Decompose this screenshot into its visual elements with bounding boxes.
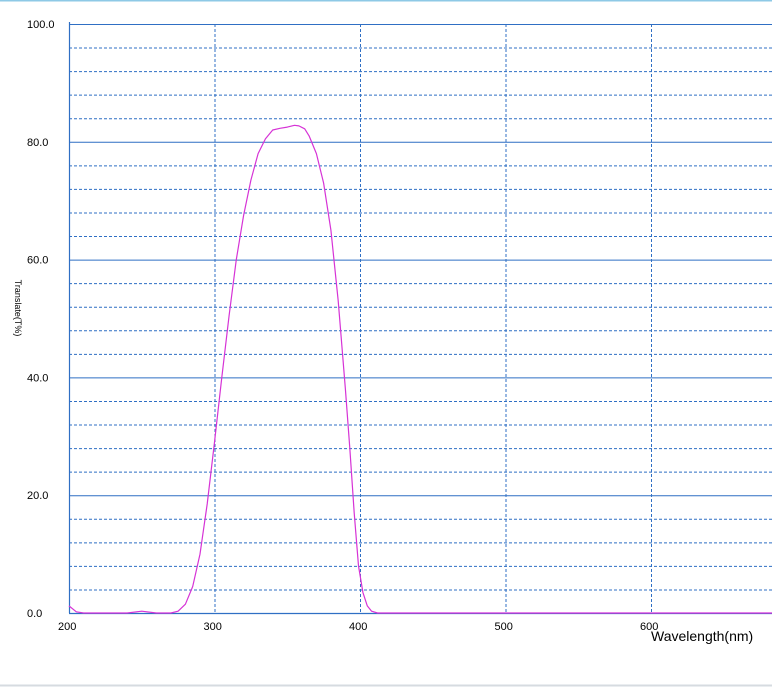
x-axis-label: Wavelength(nm) [651, 628, 753, 644]
y-tick-label: 60.0 [27, 255, 48, 267]
x-tick-label: 400 [349, 621, 367, 633]
transmittance-chart: 0.020.040.060.080.0100.0200 300 400 500 600 … [0, 0, 772, 687]
tick-labels: 0.020.040.060.080.0100.0200 300 400 500 600 [27, 19, 658, 633]
x-tick-label: 200 [58, 621, 76, 633]
y-tick-label: 80.0 [27, 137, 48, 149]
axes [68, 22, 772, 615]
y-tick-label: 20.0 [27, 490, 48, 502]
x-tick-label: 500 [495, 621, 513, 633]
y-axis-label: Translate(T%) [13, 280, 23, 337]
x-tick-label: 300 [204, 621, 222, 633]
y-tick-label: 0.0 [27, 608, 42, 620]
series [68, 124, 772, 614]
series-line [68, 124, 772, 614]
grid [69, 24, 772, 613]
y-tick-label: 100.0 [27, 19, 55, 31]
chart: 0.0 20.0 40.0 60.0 80.0 100.0 200 300 400 500 600 … [0, 0, 772, 687]
y-tick-label: 40.0 [27, 372, 48, 384]
